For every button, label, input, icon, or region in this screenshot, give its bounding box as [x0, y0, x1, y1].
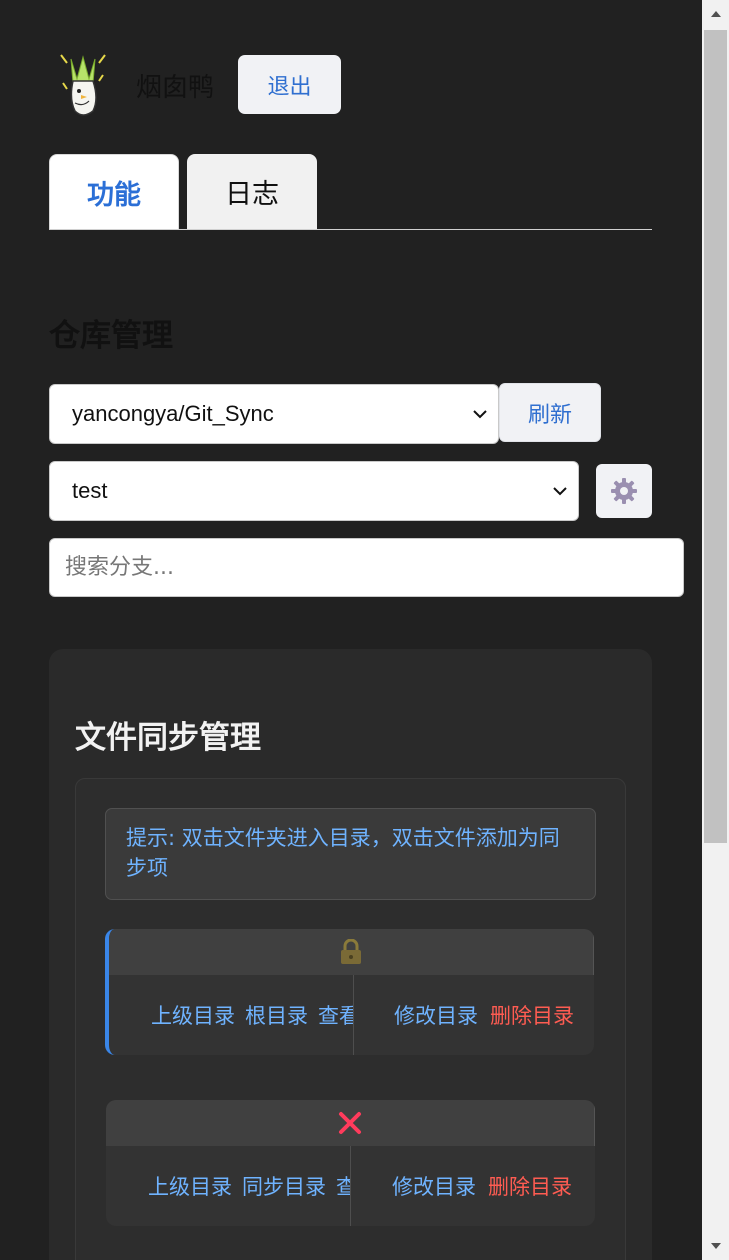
repo-select-value: yancongya/Git_Sync — [72, 401, 274, 426]
sync-item-header — [109, 929, 594, 975]
scrollbar-thumb[interactable] — [704, 30, 727, 843]
main-content: 烟囱鸭 退出 功能 日志 仓库管理 yancongya/Git_Sync 刷新 … — [0, 0, 702, 1260]
vertical-scrollbar[interactable] — [702, 0, 729, 1260]
view-link[interactable]: 查看 — [336, 1171, 350, 1201]
action-divider — [353, 975, 354, 1055]
sync-item[interactable]: 上级目录 根目录 查看 修改目录 删除目录 — [105, 929, 594, 1055]
tab-functions[interactable]: 功能 — [49, 154, 179, 229]
gear-icon — [611, 478, 637, 504]
scroll-down-arrow-icon[interactable] — [702, 1232, 729, 1260]
parent-dir-link[interactable]: 上级目录 — [148, 1171, 232, 1201]
chevron-down-icon — [473, 410, 487, 419]
root-dir-link[interactable]: 根目录 — [245, 1000, 308, 1030]
view-link[interactable]: 查看 — [318, 1000, 353, 1030]
logout-button[interactable]: 退出 — [238, 55, 341, 114]
edit-dir-link[interactable]: 修改目录 — [392, 1171, 476, 1201]
file-sync-title: 文件同步管理 — [75, 720, 261, 756]
branch-select[interactable]: test — [49, 461, 579, 521]
sync-item-edit-actions: 修改目录 删除目录 — [392, 1146, 572, 1226]
close-icon — [339, 1112, 361, 1134]
delete-dir-link[interactable]: 删除目录 — [488, 1171, 572, 1201]
sync-item-header — [106, 1100, 595, 1146]
action-divider — [350, 1146, 351, 1226]
scroll-up-arrow-icon[interactable] — [702, 0, 729, 28]
sync-dir-link[interactable]: 同步目录 — [242, 1171, 326, 1201]
repo-section-title: 仓库管理 — [49, 318, 173, 354]
sync-item-nav-actions: 上级目录 同步目录 查看 — [148, 1146, 350, 1226]
sync-item-nav-actions: 上级目录 根目录 查看 — [151, 975, 353, 1055]
branch-search-input[interactable] — [49, 538, 684, 597]
tab-divider — [49, 229, 652, 230]
parent-dir-link[interactable]: 上级目录 — [151, 1000, 235, 1030]
app-name: 烟囱鸭 — [136, 73, 215, 103]
edit-dir-link[interactable]: 修改目录 — [394, 1000, 478, 1030]
sync-item[interactable]: 上级目录 同步目录 查看 修改目录 删除目录 — [106, 1100, 595, 1226]
lock-icon — [341, 939, 361, 964]
branch-select-value: test — [72, 478, 108, 503]
refresh-button[interactable]: 刷新 — [499, 383, 601, 442]
sync-item-edit-actions: 修改目录 删除目录 — [394, 975, 574, 1055]
tab-logs[interactable]: 日志 — [187, 154, 317, 229]
avatar — [55, 53, 111, 119]
delete-dir-link[interactable]: 删除目录 — [490, 1000, 574, 1030]
branch-settings-button[interactable] — [596, 464, 652, 518]
hint-box: 提示: 双击文件夹进入目录，双击文件添加为同步项 — [105, 808, 596, 900]
chevron-down-icon — [553, 487, 567, 496]
repo-select[interactable]: yancongya/Git_Sync — [49, 384, 499, 444]
